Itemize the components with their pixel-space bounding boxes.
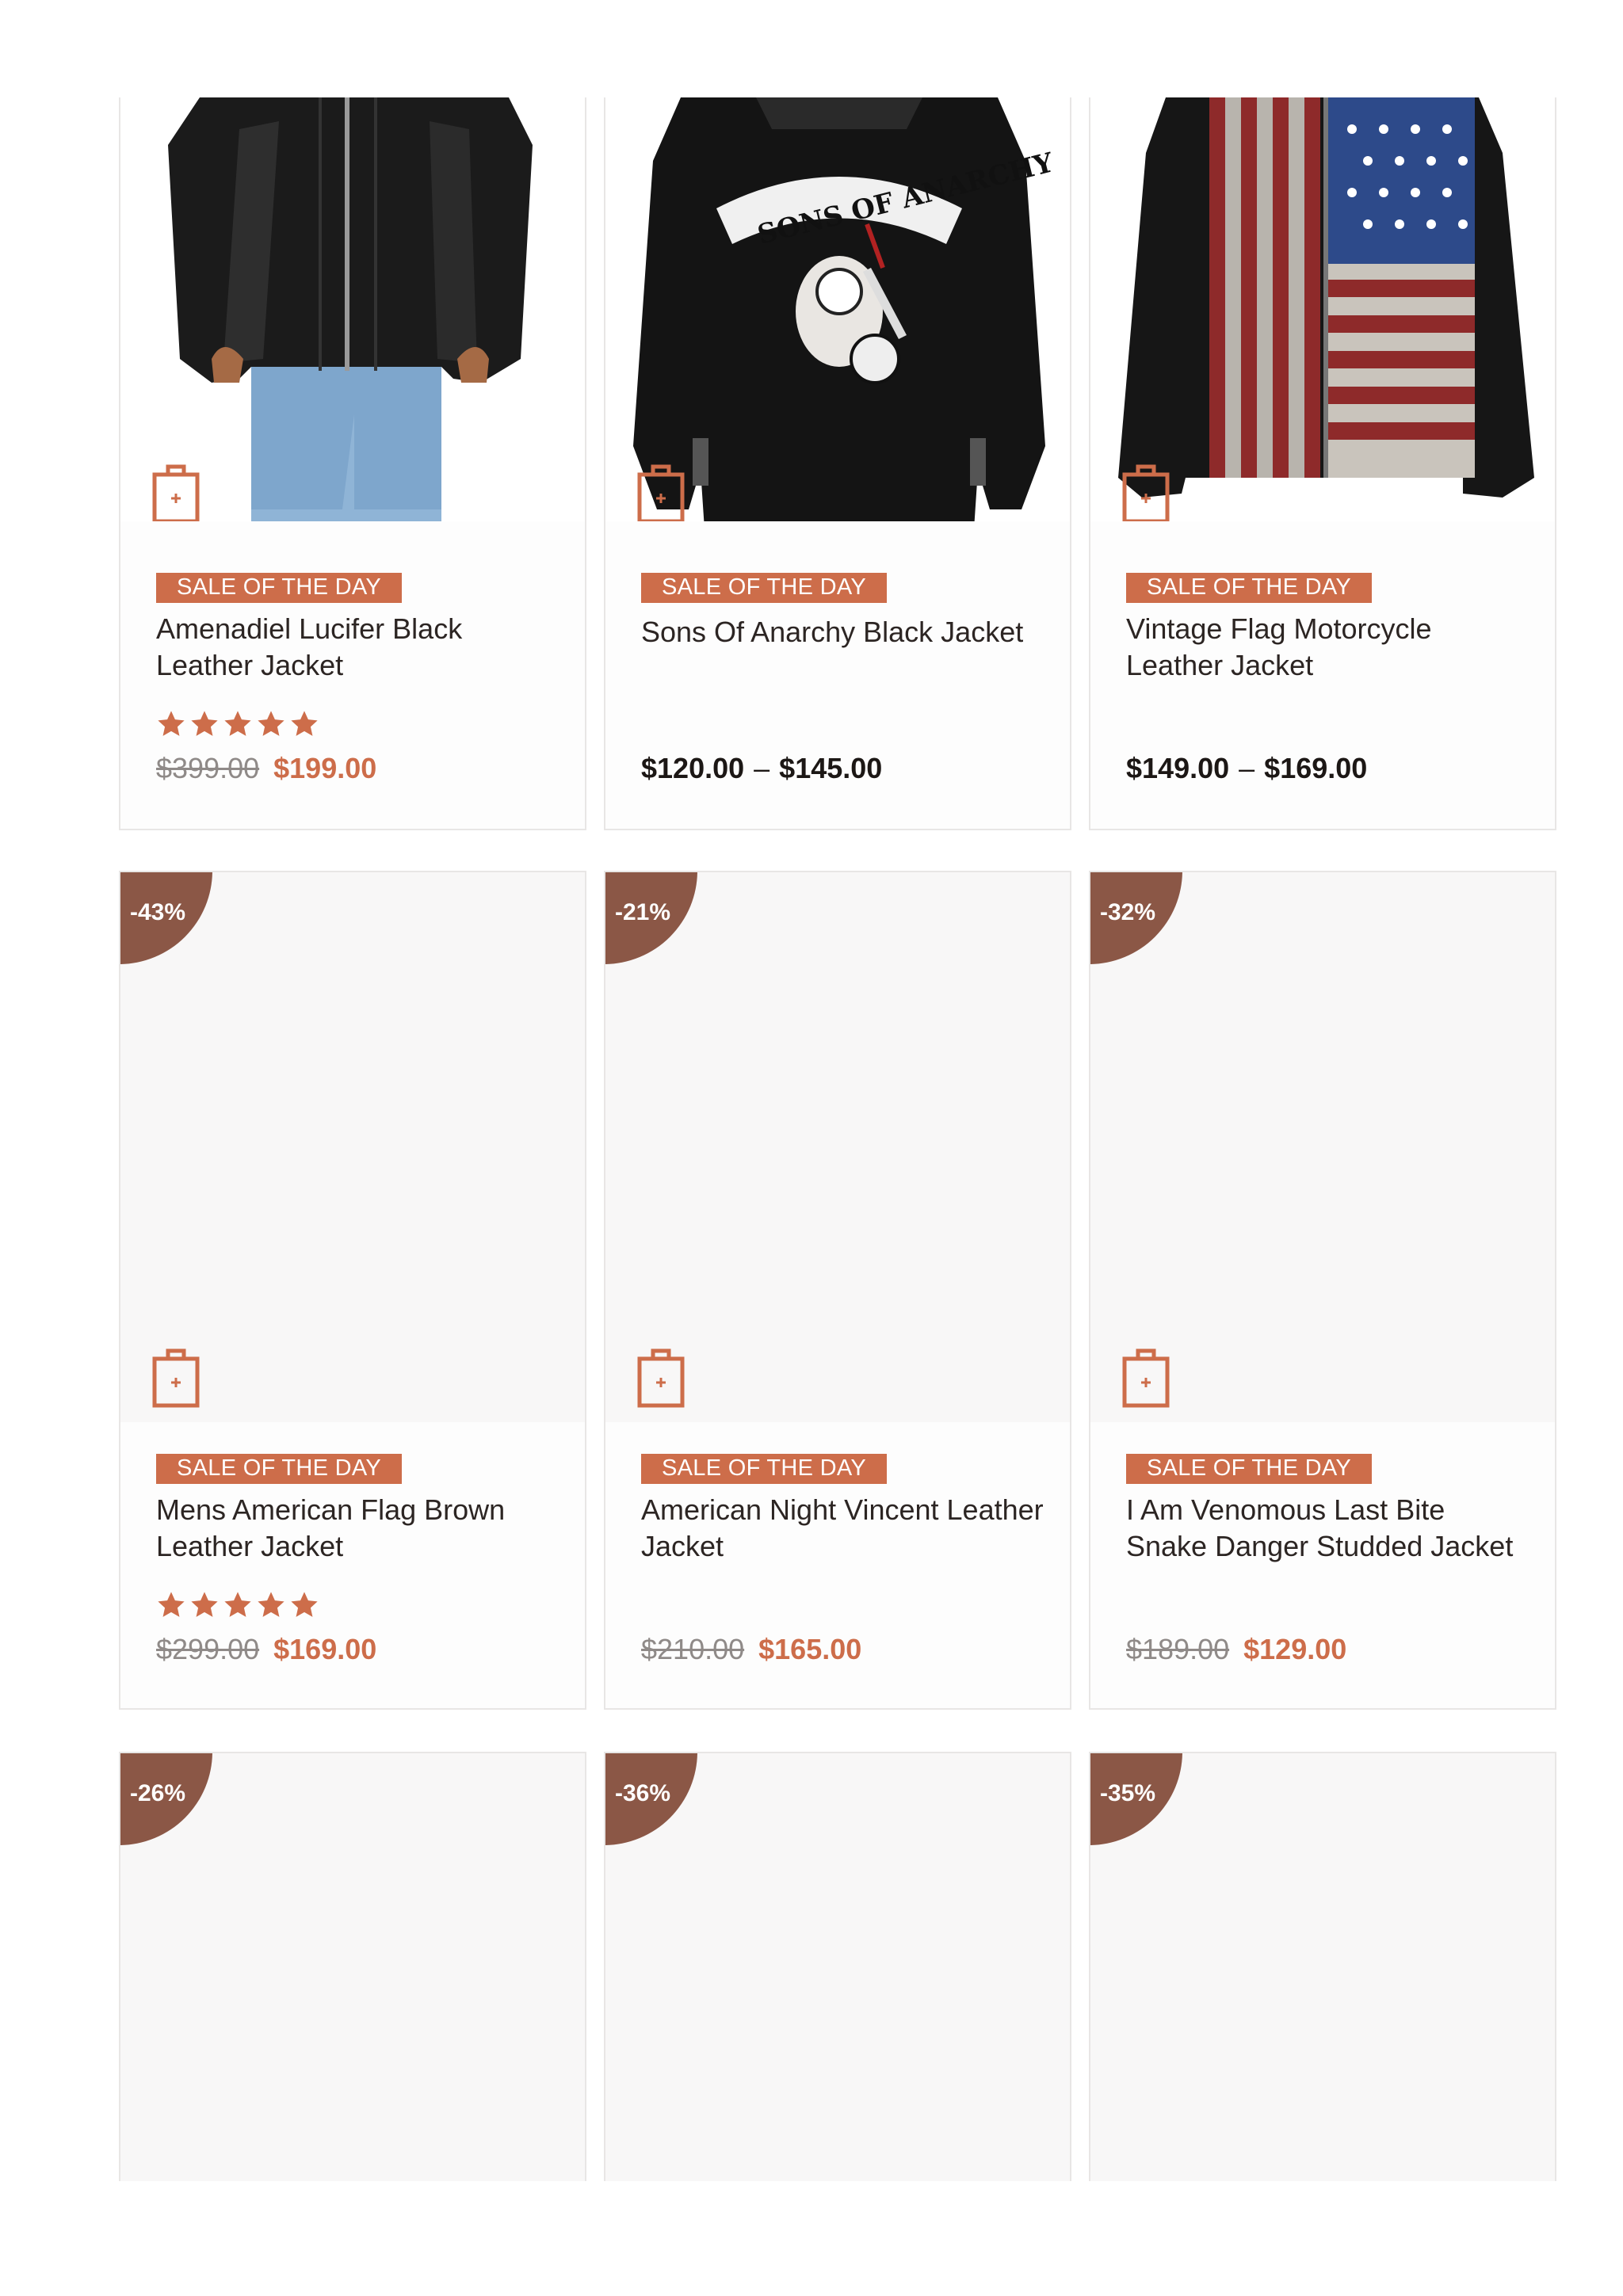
- sale-tag: SALE OF THE DAY: [156, 573, 403, 603]
- star-icon: [291, 711, 318, 736]
- product-info: SALE OF THE DAY Mens American Flag Brown…: [156, 1454, 561, 1565]
- original-price: $299.00: [156, 1633, 260, 1665]
- sale-tag: SALE OF THE DAY: [641, 573, 888, 603]
- product-card[interactable]: -43% SALE OF THE DAY Mens American Flag …: [119, 871, 586, 1710]
- sale-tag: SALE OF THE DAY: [1126, 1454, 1373, 1484]
- star-icon: [291, 1592, 318, 1617]
- product-price: $299.00 $169.00: [156, 1633, 376, 1666]
- add-to-cart-icon[interactable]: [152, 463, 200, 521]
- product-price: $189.00 $129.00: [1126, 1633, 1346, 1666]
- sale-price: $165.00: [758, 1633, 862, 1665]
- jacket-image: SONS OF ANARCHY: [633, 97, 1057, 521]
- product-info: SALE OF THE DAY Sons Of Anarchy Black Ja…: [641, 573, 1046, 650]
- price-separator: –: [754, 752, 770, 784]
- star-icon: [224, 1592, 251, 1617]
- jacket-image: [168, 97, 533, 521]
- price-separator: –: [1239, 752, 1255, 784]
- product-card[interactable]: -36%: [604, 1752, 1071, 2181]
- add-to-cart-icon[interactable]: [637, 1348, 685, 1408]
- product-image[interactable]: [120, 97, 585, 521]
- sale-tag: SALE OF THE DAY: [641, 1454, 888, 1484]
- product-card[interactable]: SALE OF THE DAY Amenadiel Lucifer Black …: [119, 97, 586, 830]
- add-to-cart-icon[interactable]: [1122, 463, 1170, 521]
- star-icon: [158, 1592, 185, 1617]
- product-info: SALE OF THE DAY Amenadiel Lucifer Black …: [156, 573, 561, 684]
- product-image[interactable]: SONS OF ANARCHY: [605, 97, 1070, 521]
- add-to-cart-icon[interactable]: [152, 1348, 200, 1408]
- sale-price: $129.00: [1243, 1633, 1347, 1665]
- rating-stars: [156, 1590, 319, 1620]
- product-listing-page: SALE OF THE DAY Amenadiel Lucifer Black …: [0, 0, 1623, 2296]
- product-image[interactable]: -43%: [120, 872, 585, 1422]
- jacket-image: [1118, 97, 1534, 498]
- product-title[interactable]: Mens American Flag Brown Leather Jacket: [156, 1492, 561, 1565]
- discount-badge: -32%: [1090, 872, 1182, 964]
- product-image[interactable]: -26%: [120, 1753, 585, 2181]
- discount-badge: -43%: [120, 872, 212, 964]
- sale-price: $169.00: [273, 1633, 377, 1665]
- sale-price: $199.00: [273, 752, 377, 784]
- discount-badge: -35%: [1090, 1753, 1182, 1845]
- product-image[interactable]: -35%: [1090, 1753, 1555, 2181]
- star-icon: [224, 711, 251, 736]
- product-card[interactable]: SONS OF ANARCHY SALE OF THE DAY Sons Of …: [604, 97, 1071, 830]
- product-info: SALE OF THE DAY American Night Vincent L…: [641, 1454, 1046, 1565]
- min-price: $120.00: [641, 752, 745, 784]
- original-price: $210.00: [641, 1633, 745, 1665]
- product-card[interactable]: SALE OF THE DAY Vintage Flag Motorcycle …: [1089, 97, 1556, 830]
- rating-stars: [156, 709, 319, 739]
- product-title[interactable]: American Night Vincent Leather Jacket: [641, 1492, 1046, 1565]
- product-image[interactable]: [1090, 97, 1555, 521]
- product-title[interactable]: I Am Venomous Last Bite Snake Danger Stu…: [1126, 1492, 1531, 1565]
- star-icon: [191, 711, 218, 736]
- product-image[interactable]: -36%: [605, 1753, 1070, 2181]
- product-price: $399.00 $199.00: [156, 752, 376, 785]
- product-price: $210.00 $165.00: [641, 1633, 861, 1666]
- product-info: SALE OF THE DAY I Am Venomous Last Bite …: [1126, 1454, 1531, 1565]
- original-price: $399.00: [156, 752, 260, 784]
- original-price: $189.00: [1126, 1633, 1230, 1665]
- max-price: $169.00: [1264, 752, 1368, 784]
- product-title[interactable]: Vintage Flag Motorcycle Leather Jacket: [1126, 611, 1531, 684]
- discount-badge: -21%: [605, 872, 697, 964]
- sale-tag: SALE OF THE DAY: [1126, 573, 1373, 603]
- product-card[interactable]: -26%: [119, 1752, 586, 2181]
- product-price: $120.00– $145.00: [641, 752, 882, 785]
- star-icon: [158, 711, 185, 736]
- product-card[interactable]: -21% SALE OF THE DAY American Night Vinc…: [604, 871, 1071, 1710]
- product-image[interactable]: -32%: [1090, 872, 1555, 1422]
- product-card[interactable]: -35%: [1089, 1752, 1556, 2181]
- sale-tag: SALE OF THE DAY: [156, 1454, 403, 1484]
- product-info: SALE OF THE DAY Vintage Flag Motorcycle …: [1126, 573, 1531, 684]
- product-image[interactable]: -21%: [605, 872, 1070, 1422]
- discount-badge: -36%: [605, 1753, 697, 1845]
- discount-badge: -26%: [120, 1753, 212, 1845]
- max-price: $145.00: [779, 752, 883, 784]
- add-to-cart-icon[interactable]: [1122, 1348, 1170, 1408]
- product-price: $149.00– $169.00: [1126, 752, 1367, 785]
- min-price: $149.00: [1126, 752, 1230, 784]
- product-title[interactable]: Sons Of Anarchy Black Jacket: [641, 614, 1046, 650]
- star-icon: [258, 711, 285, 736]
- product-title[interactable]: Amenadiel Lucifer Black Leather Jacket: [156, 611, 561, 684]
- product-card[interactable]: -32% SALE OF THE DAY I Am Venomous Last …: [1089, 871, 1556, 1710]
- star-icon: [258, 1592, 285, 1617]
- add-to-cart-icon[interactable]: [637, 463, 685, 521]
- star-icon: [191, 1592, 218, 1617]
